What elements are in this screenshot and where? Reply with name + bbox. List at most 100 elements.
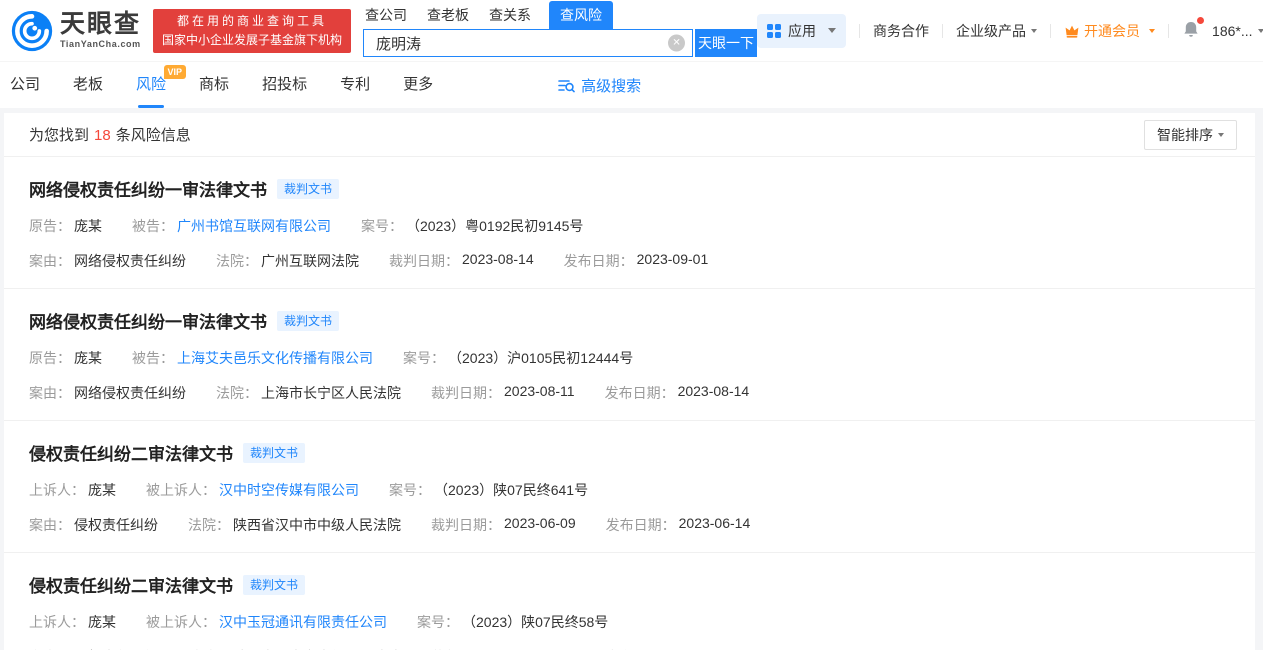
nav-tab-risk-label: 风险 xyxy=(136,76,167,93)
field-pair: 裁判日期： 2023-08-14 xyxy=(389,251,534,271)
category-nav: 公司 老板 风险 VIP 商标 招投标 专利 更多 高级搜索 xyxy=(0,62,1263,108)
field-value: 陕西省汉中市中级人民法院 xyxy=(233,517,401,533)
judgment-document-badge: 裁判文书 xyxy=(277,178,340,199)
nav-tab-boss[interactable]: 老板 xyxy=(73,62,103,108)
result-item: 侵权责任纠纷二审法律文书 裁判文书 上诉人： 庞某 被上诉人： 汉中玉冠通讯有限责任公… xyxy=(4,553,1255,650)
result-title-link[interactable]: 网络侵权责任纠纷一审法律文书 xyxy=(29,308,267,333)
field-pair: 案号： （2023）粤0192民初9145号 xyxy=(361,216,583,236)
result-title-link[interactable]: 网络侵权责任纠纷一审法律文书 xyxy=(29,176,267,201)
judgment-document-badge: 裁判文书 xyxy=(277,310,340,331)
field-label: 裁判日期： xyxy=(389,253,459,269)
field-label: 案由： xyxy=(29,385,71,401)
header: 天眼查 TianYanCha.com 都在用的商业查询工具 国家中小企业发展子基… xyxy=(0,0,1263,62)
field-label: 案号： xyxy=(361,218,403,234)
field-pair: 发布日期： 2023-06-14 xyxy=(606,515,751,535)
field-pair: 案号： （2023）陕07民终58号 xyxy=(417,612,608,632)
field-pair: 法院：陕西省汉中市中级人民法院 xyxy=(188,515,401,535)
apps-label: 应用 xyxy=(788,22,817,39)
search-button[interactable]: 天眼一下 xyxy=(695,29,758,57)
field-value: 网络侵权责任纠纷 xyxy=(74,253,186,269)
advanced-search-button[interactable]: 高级搜索 xyxy=(558,75,641,96)
field-pair: 案由： 网络侵权责任纠纷 xyxy=(29,383,186,403)
nav-tab-company[interactable]: 公司 xyxy=(10,62,40,108)
promo-banner: 都在用的商业查询工具 国家中小企业发展子基金旗下机构 xyxy=(153,8,352,53)
account-menu[interactable]: 186*... xyxy=(1212,23,1263,39)
field-label: 被上诉人： xyxy=(146,614,216,630)
search-tabs: 查公司 查老板 查关系 查风险 xyxy=(363,1,757,29)
smart-sort-button[interactable]: 智能排序 xyxy=(1144,119,1237,150)
nav-tab-bidding[interactable]: 招投标 xyxy=(262,62,307,108)
vip-badge: VIP xyxy=(163,65,187,79)
advanced-search-label: 高级搜索 xyxy=(581,77,642,95)
result-detail-row: 案由： 网络侵权责任纠纷 法院： 上海市长宁区人民法院 裁判日期： 2023-08-11 发… xyxy=(29,383,1230,403)
advanced-search-icon xyxy=(558,78,575,93)
smart-sort-label: 智能排序 xyxy=(1157,126,1213,143)
nav-tab-trademark[interactable]: 商标 xyxy=(199,62,229,108)
notification-bell-icon[interactable] xyxy=(1182,16,1205,42)
nav-tab-more[interactable]: 更多 xyxy=(403,62,433,108)
field-label: 案号： xyxy=(417,614,459,630)
logo-title: 天眼查 xyxy=(60,10,142,38)
search-input[interactable] xyxy=(363,29,694,57)
divider xyxy=(942,23,944,38)
field-label: 原告： xyxy=(29,218,71,234)
chevron-down-icon xyxy=(1149,28,1156,33)
field-value: 2023-08-11 xyxy=(504,383,575,399)
clear-input-icon[interactable]: ✕ xyxy=(668,34,686,52)
enterprise-products-menu[interactable]: 企业级产品 xyxy=(956,21,1038,41)
search-tab-company[interactable]: 查公司 xyxy=(363,1,409,29)
field-label: 案由： xyxy=(29,253,71,269)
result-detail-row: 案由： 网络侵权责任纠纷 法院： 广州互联网法院 裁判日期： 2023-08-14 发布日期… xyxy=(29,251,1230,271)
field-label: 上诉人： xyxy=(29,482,85,498)
tianyancha-eye-icon xyxy=(10,9,54,53)
field-value: （2023）陕07民终58号 xyxy=(462,614,609,630)
nav-tab-patent[interactable]: 专利 xyxy=(340,62,370,108)
field-pair: 裁判日期： 2023-06-09 xyxy=(431,515,576,535)
field-label: 裁判日期： xyxy=(431,385,501,401)
judgment-document-badge: 裁判文书 xyxy=(243,574,306,595)
result-detail-row: 原告： 庞某 被告： 广州书馆互联网有限公司 案号： （2023）粤0192民初9145号 xyxy=(29,216,1230,236)
result-item: 网络侵权责任纠纷一审法律文书 裁判文书 原告： 庞某 被告： 广州书馆互联网有限公司案… xyxy=(4,157,1255,289)
field-pair: 原告： 庞某 xyxy=(29,216,102,236)
tianyancha-logo[interactable]: 天眼查 TianYanCha.com xyxy=(10,9,141,53)
company-link[interactable]: 上海艾夫邑乐文化传播有限公司 xyxy=(177,348,373,368)
divider xyxy=(859,23,861,38)
result-title-link[interactable]: 侵权责任纠纷二审法律文书 xyxy=(29,440,233,465)
business-cooperation-link[interactable]: 商务合作 xyxy=(873,21,929,41)
search-tab-relation[interactable]: 查关系 xyxy=(487,1,533,29)
field-label: 法院： xyxy=(188,517,230,533)
field-label: 被告： xyxy=(132,350,174,366)
apps-menu[interactable]: 应用 xyxy=(757,13,847,48)
results-summary-row: 为您找到 18 条风险信息 智能排序 xyxy=(4,113,1255,157)
field-label: 原告： xyxy=(29,350,71,366)
result-title-row: 侵权责任纠纷二审法律文书 裁判文书 xyxy=(29,572,1230,597)
field-value: 2023-08-14 xyxy=(462,251,534,267)
result-detail-row: 上诉人： 庞某 被上诉人： 汉中时空传媒有限公司 案号： （2023）陕07民终641号 xyxy=(29,480,1230,500)
field-pair: 被告： 上海艾夫邑乐文化传播有限公司 xyxy=(132,348,373,368)
field-pair: 被上诉人： 汉中玉冠通讯有限责任公司 xyxy=(146,612,387,632)
summary-prefix: 为您找到 xyxy=(29,127,90,144)
search-tab-risk[interactable]: 查风险 xyxy=(549,1,614,29)
field-value: 2023-06-09 xyxy=(504,515,576,531)
search-tab-boss[interactable]: 查老板 xyxy=(425,1,471,29)
company-link[interactable]: 汉中玉冠通讯有限责任公司 xyxy=(219,612,387,632)
result-title-link[interactable]: 侵权责任纠纷二审法律文书 xyxy=(29,572,233,597)
field-value: 庞某 xyxy=(88,482,116,498)
field-label: 法院： xyxy=(216,385,258,401)
nav-tab-risk[interactable]: 风险 VIP xyxy=(136,62,187,108)
result-item: 侵权责任纠纷二审法律文书 裁判文书 上诉人： 庞某 被上诉人： 汉中时空传媒有限公司案… xyxy=(4,421,1255,553)
summary-suffix: 条风险信息 xyxy=(115,127,191,144)
result-details: 上诉人： 庞某 被上诉人： 汉中时空传媒有限公司 案号： （2023）陕07民终641号案… xyxy=(29,480,1230,535)
field-pair: 被告： 广州书馆互联网有限公司 xyxy=(132,216,331,236)
result-title-row: 侵权责任纠纷二审法律文书 裁判文书 xyxy=(29,440,1230,465)
field-pair: 原告： 庞某 xyxy=(29,348,102,368)
field-pair: 上诉人： 庞某 xyxy=(29,480,116,500)
results-count: 18 xyxy=(94,127,111,144)
company-link[interactable]: 汉中时空传媒有限公司 xyxy=(219,480,359,500)
open-membership-menu[interactable]: 开通会员 xyxy=(1064,21,1156,41)
search-area: 查公司 查老板 查关系 查风险 ✕ 天眼一下 xyxy=(363,1,758,57)
company-link[interactable]: 广州书馆互联网有限公司 xyxy=(177,216,331,236)
field-pair: 案由： 网络侵权责任纠纷 xyxy=(29,251,186,271)
result-title-row: 网络侵权责任纠纷一审法律文书 裁判文书 xyxy=(29,308,1230,333)
enterprise-products-label: 企业级产品 xyxy=(956,22,1027,39)
